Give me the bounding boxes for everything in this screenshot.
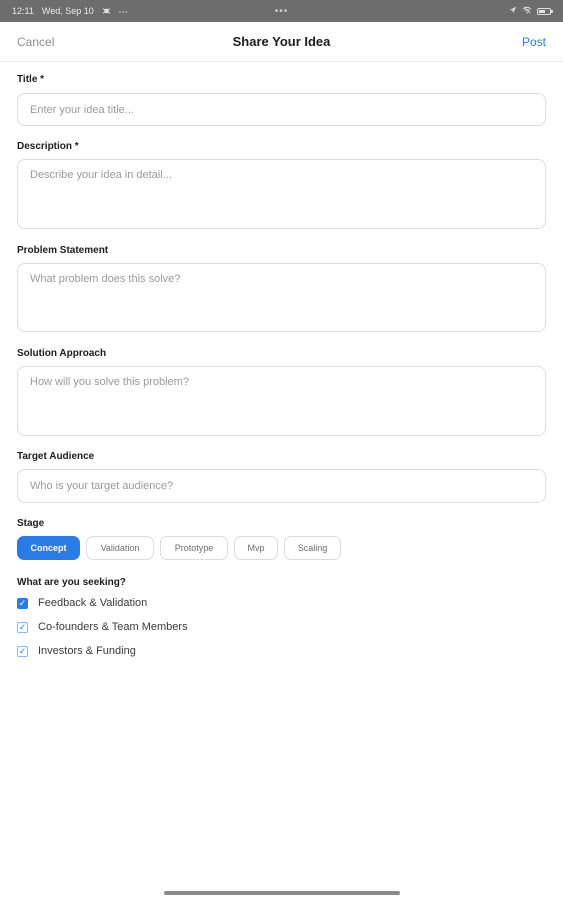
problem-label: Problem Statement <box>17 245 109 256</box>
stage-selector: Concept Validation Prototype Mvp Scaling <box>17 536 341 560</box>
checkbox-checked-icon[interactable]: ✓ <box>17 621 28 633</box>
solution-field[interactable] <box>17 366 546 436</box>
wifi-off-icon <box>522 6 532 16</box>
seeking-option-label: Co-founders & Team Members <box>38 621 188 633</box>
title-input[interactable] <box>17 93 546 126</box>
more-icon <box>118 7 127 16</box>
stage-option-mvp[interactable]: Mvp <box>234 536 278 560</box>
seeking-option-label: Investors & Funding <box>38 645 136 657</box>
post-button[interactable]: Post <box>522 35 546 49</box>
battery-icon <box>537 7 553 15</box>
status-right <box>509 6 553 16</box>
home-indicator[interactable] <box>164 891 400 895</box>
status-left: 12:11 Wed, Sep 10 <box>12 6 127 17</box>
seeking-label: What are you seeking? <box>17 577 126 588</box>
multitask-dots[interactable]: ••• <box>275 6 289 17</box>
status-time: 12:11 <box>12 6 34 16</box>
title-label: Title * <box>17 74 45 85</box>
seeking-option-cofounders[interactable]: ✓ Co-founders & Team Members <box>17 621 188 633</box>
location-icon <box>509 6 517 16</box>
seeking-option-label: Feedback & Validation <box>38 597 148 609</box>
audience-label: Target Audience <box>17 451 95 462</box>
stage-label: Stage <box>17 518 45 529</box>
status-date: Wed, Sep 10 <box>41 6 94 16</box>
checkbox-checked-icon[interactable]: ✓ <box>17 597 28 609</box>
seeking-option-investors[interactable]: ✓ Investors & Funding <box>17 645 136 657</box>
stage-option-validation[interactable]: Validation <box>86 536 154 560</box>
description-label: Description * <box>17 141 79 152</box>
problem-field[interactable] <box>17 263 546 332</box>
seeking-option-feedback[interactable]: ✓ Feedback & Validation <box>17 597 147 609</box>
checkbox-checked-icon[interactable]: ✓ <box>17 645 28 657</box>
solution-label: Solution Approach <box>17 348 107 359</box>
stage-option-scaling[interactable]: Scaling <box>284 536 341 560</box>
description-field[interactable] <box>17 159 546 229</box>
nav-bar: Cancel Share Your Idea Post <box>0 22 563 62</box>
status-bar: 12:11 Wed, Sep 10 ••• <box>0 0 563 22</box>
audience-input[interactable] <box>17 469 546 503</box>
page-title: Share Your Idea <box>232 34 331 49</box>
bug-icon <box>102 6 111 17</box>
stage-option-concept[interactable]: Concept <box>17 536 80 560</box>
stage-option-prototype[interactable]: Prototype <box>160 536 228 560</box>
